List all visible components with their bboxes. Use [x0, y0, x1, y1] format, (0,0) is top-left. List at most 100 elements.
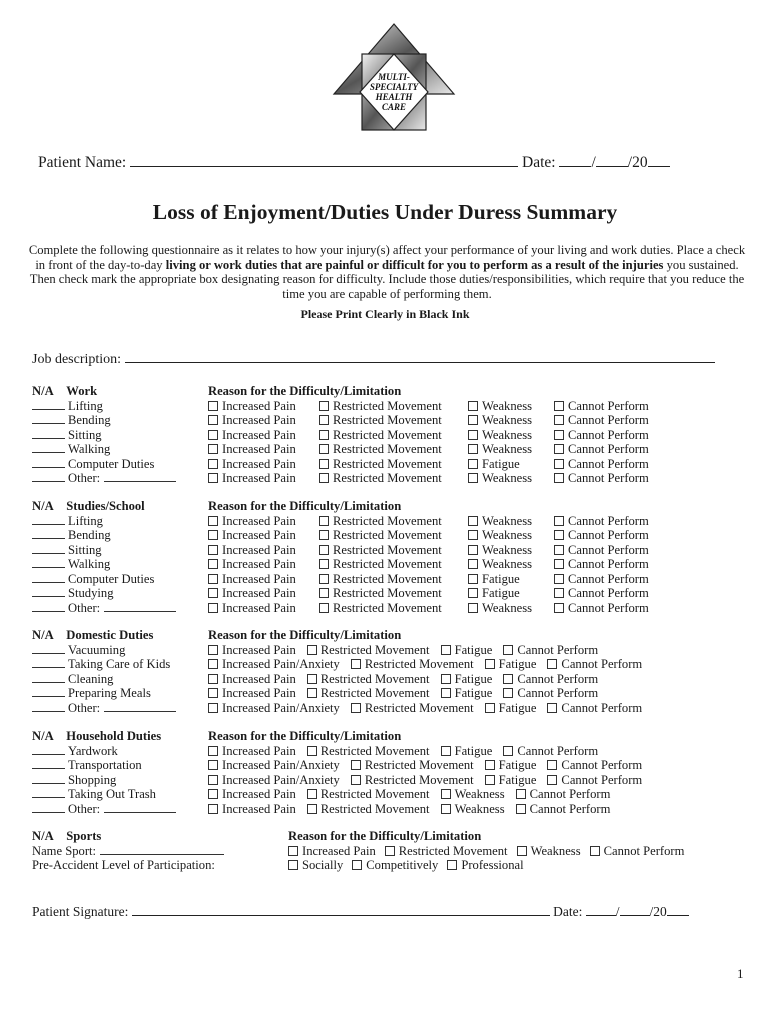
reason-option[interactable]: Cannot Perform	[554, 399, 649, 414]
reason-option[interactable]: Weakness	[468, 601, 532, 616]
reason-option[interactable]: Cannot Perform	[554, 557, 649, 572]
name-sport-field[interactable]	[100, 844, 225, 855]
checkbox[interactable]	[306, 789, 317, 799]
checkbox[interactable]	[484, 760, 495, 770]
checkbox[interactable]	[319, 444, 329, 454]
checkbox[interactable]	[208, 673, 218, 684]
checkbox[interactable]	[447, 860, 458, 870]
reason-option[interactable]: Increased Pain	[288, 844, 376, 859]
reason-option[interactable]: Increased Pain	[208, 802, 296, 817]
reason-option[interactable]: Weakness	[468, 471, 532, 486]
reason-option[interactable]: Increased Pain	[208, 572, 296, 587]
reason-option[interactable]: Cannot Perform	[547, 773, 642, 788]
reason-option[interactable]: Cannot Perform	[503, 672, 598, 687]
check-blank[interactable]	[32, 686, 65, 697]
reason-option[interactable]: Restricted Movement	[319, 442, 442, 457]
checkbox[interactable]	[208, 659, 218, 669]
job-description-field[interactable]	[124, 351, 715, 363]
checkbox[interactable]	[468, 429, 478, 440]
checkbox[interactable]	[484, 702, 495, 713]
signature-date-day-field[interactable]	[619, 904, 650, 916]
checkbox[interactable]	[319, 573, 329, 584]
reason-option[interactable]: Cannot Perform	[547, 657, 642, 672]
checkbox[interactable]	[306, 644, 317, 655]
check-blank[interactable]	[32, 399, 65, 410]
reason-option[interactable]: Restricted Movement	[319, 514, 442, 529]
check-blank[interactable]	[32, 802, 65, 813]
reason-option[interactable]: Restricted Movement	[306, 672, 430, 687]
checkbox[interactable]	[319, 400, 329, 411]
reason-option[interactable]: Weakness	[440, 787, 505, 802]
check-blank[interactable]	[32, 413, 65, 424]
reason-option[interactable]: Cannot Perform	[554, 572, 649, 587]
checkbox[interactable]	[208, 573, 218, 584]
reason-option[interactable]: Restricted Movement	[306, 643, 430, 658]
checkbox[interactable]	[468, 544, 478, 555]
reason-option[interactable]: Restricted Movement	[350, 773, 474, 788]
checkbox[interactable]	[468, 515, 478, 526]
checkbox[interactable]	[440, 745, 451, 756]
checkbox[interactable]	[554, 429, 564, 440]
reason-option[interactable]: Increased Pain	[208, 744, 296, 759]
reason-option[interactable]: Fatigue	[468, 572, 520, 587]
reason-option[interactable]: Weakness	[468, 442, 532, 457]
checkbox[interactable]	[503, 673, 514, 684]
checkbox[interactable]	[350, 659, 361, 669]
reason-option[interactable]: Fatigue	[484, 657, 536, 672]
reason-option[interactable]: Increased Pain	[208, 672, 296, 687]
reason-option[interactable]: Fatigue	[440, 643, 492, 658]
checkbox[interactable]	[516, 845, 527, 856]
reason-option[interactable]: Increased Pain	[208, 643, 296, 658]
checkbox[interactable]	[468, 458, 478, 469]
checkbox[interactable]	[208, 774, 218, 785]
participation-option[interactable]: Professional	[447, 858, 524, 873]
checkbox[interactable]	[319, 559, 329, 569]
checkbox[interactable]	[440, 644, 451, 655]
reason-option[interactable]: Weakness	[468, 528, 532, 543]
check-blank[interactable]	[32, 601, 65, 612]
checkbox[interactable]	[208, 544, 218, 555]
reason-option[interactable]: Increased Pain/Anxiety	[208, 657, 340, 672]
reason-option[interactable]: Increased Pain	[208, 457, 296, 472]
reason-option[interactable]: Increased Pain	[208, 787, 296, 802]
reason-option[interactable]: Cannot Perform	[554, 601, 649, 616]
reason-option[interactable]: Cannot Perform	[503, 744, 598, 759]
checkbox[interactable]	[288, 860, 298, 870]
check-blank[interactable]	[32, 773, 65, 784]
reason-option[interactable]: Cannot Perform	[554, 543, 649, 558]
checkbox[interactable]	[352, 860, 363, 870]
reason-option[interactable]: Increased Pain	[208, 543, 296, 558]
checkbox[interactable]	[547, 774, 558, 785]
checkbox[interactable]	[208, 644, 218, 655]
check-blank[interactable]	[32, 514, 65, 525]
reason-option[interactable]: Fatigue	[440, 686, 492, 701]
check-blank[interactable]	[32, 428, 65, 439]
checkbox[interactable]	[468, 588, 478, 598]
reason-option[interactable]: Restricted Movement	[319, 543, 442, 558]
reason-option[interactable]: Restricted Movement	[306, 744, 430, 759]
checkbox[interactable]	[306, 673, 317, 684]
checkbox[interactable]	[319, 588, 329, 598]
checkbox[interactable]	[554, 515, 564, 526]
reason-option[interactable]: Cannot Perform	[554, 442, 649, 457]
checkbox[interactable]	[208, 473, 218, 483]
checkbox[interactable]	[554, 559, 564, 569]
reason-option[interactable]: Restricted Movement	[319, 413, 442, 428]
signature-date-year-field[interactable]	[666, 904, 689, 916]
checkbox[interactable]	[319, 473, 329, 483]
other-field[interactable]	[104, 601, 177, 612]
check-blank[interactable]	[32, 787, 65, 798]
checkbox[interactable]	[547, 659, 558, 669]
participation-option[interactable]: Competitively	[352, 858, 438, 873]
checkbox[interactable]	[554, 444, 564, 454]
reason-option[interactable]: Restricted Movement	[319, 586, 442, 601]
reason-option[interactable]: Restricted Movement	[319, 471, 442, 486]
checkbox[interactable]	[208, 515, 218, 526]
checkbox[interactable]	[554, 530, 564, 540]
check-blank[interactable]	[32, 643, 65, 654]
reason-option[interactable]: Cannot Perform	[554, 457, 649, 472]
reason-option[interactable]: Cannot Perform	[515, 787, 610, 802]
reason-option[interactable]: Increased Pain	[208, 442, 296, 457]
reason-option[interactable]: Increased Pain	[208, 557, 296, 572]
reason-option[interactable]: Restricted Movement	[306, 787, 430, 802]
